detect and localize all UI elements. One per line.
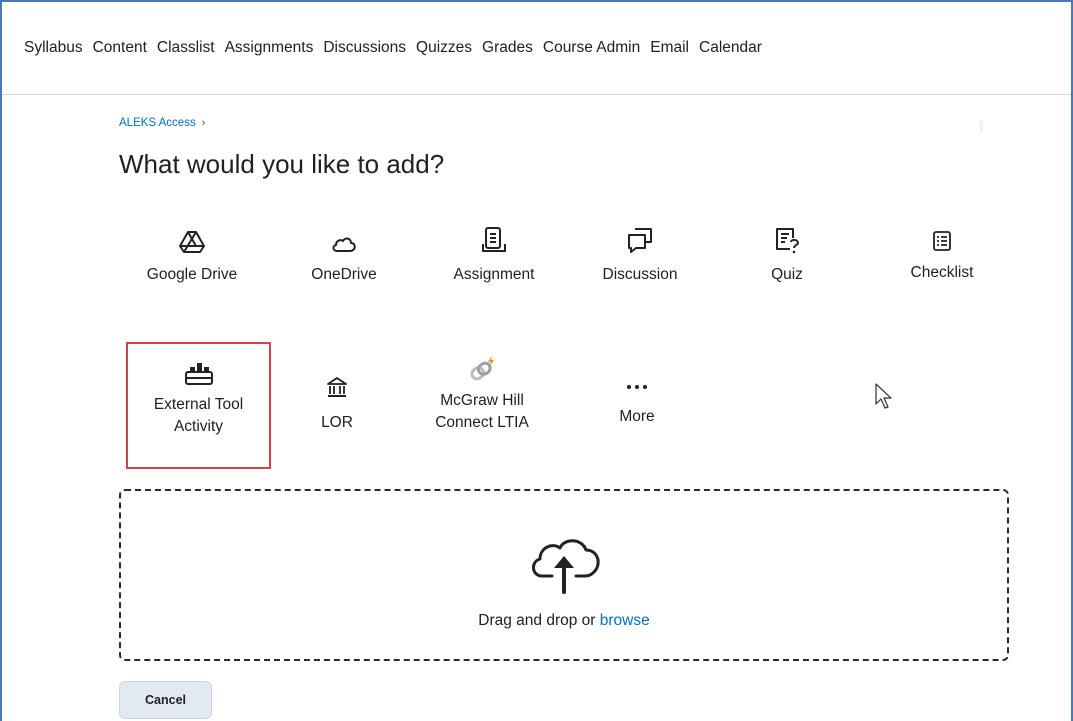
- mcgraw-hill-icon: [467, 356, 497, 384]
- nav-syllabus[interactable]: Syllabus: [24, 39, 83, 57]
- cancel-button[interactable]: Cancel: [119, 681, 212, 719]
- nav-content[interactable]: Content: [93, 39, 147, 57]
- tile-label: Checklist: [910, 264, 974, 281]
- tile-onedrive[interactable]: OneDrive: [284, 226, 404, 286]
- tile-label: More: [619, 408, 655, 425]
- nav-assignments[interactable]: Assignments: [225, 39, 314, 57]
- tile-label: Assignment: [453, 266, 535, 283]
- dropzone-text-block: Drag and drop or browse: [121, 612, 1007, 630]
- tile-label-line2: Connect LTIA: [435, 414, 529, 431]
- tile-google-drive[interactable]: Google Drive: [130, 226, 254, 286]
- dropzone-text: Drag and drop or: [478, 612, 596, 629]
- tile-external-tool-activity[interactable]: External Tool Activity: [126, 342, 271, 469]
- tile-label: Quiz: [771, 266, 803, 283]
- breadcrumb-separator: ›: [201, 117, 206, 129]
- mouse-cursor-icon: [875, 383, 893, 416]
- tile-more[interactable]: More: [592, 364, 682, 428]
- nav-classlist[interactable]: Classlist: [157, 39, 215, 57]
- file-dropzone[interactable]: Drag and drop or browse: [119, 489, 1009, 661]
- tile-mcgraw-hill-connect[interactable]: McGraw Hill Connect LTIA: [412, 356, 552, 434]
- checklist-icon: [932, 224, 952, 252]
- breadcrumb-link[interactable]: ALEKS Access: [119, 117, 196, 129]
- assignment-icon: [482, 226, 506, 254]
- tile-label-block: McGraw Hill Connect LTIA: [435, 390, 529, 434]
- tile-label-line1: McGraw Hill: [440, 392, 524, 409]
- tile-label-line1: External Tool: [153, 396, 244, 413]
- quiz-icon: [773, 226, 801, 254]
- tile-label-line2: Activity: [173, 418, 224, 435]
- tile-checklist[interactable]: Checklist: [887, 224, 997, 284]
- tile-label: OneDrive: [311, 266, 377, 283]
- tile-assignment[interactable]: Assignment: [434, 226, 554, 286]
- tile-lor[interactable]: LOR: [292, 370, 382, 434]
- nav-quizzes[interactable]: Quizzes: [416, 39, 472, 57]
- tile-label: Google Drive: [146, 266, 238, 283]
- nav-grades[interactable]: Grades: [482, 39, 533, 57]
- window-frame: Syllabus Content Classlist Assignments D…: [0, 0, 1073, 721]
- tile-discussion[interactable]: Discussion: [580, 226, 700, 286]
- onedrive-icon: [331, 226, 357, 254]
- tile-quiz[interactable]: Quiz: [742, 226, 832, 286]
- tile-label: Discussion: [602, 266, 678, 283]
- more-icon: [626, 364, 648, 392]
- tile-label: LOR: [321, 414, 353, 431]
- nav-calendar[interactable]: Calendar: [699, 39, 762, 57]
- discussion-icon: [626, 226, 654, 254]
- lor-icon: [326, 370, 348, 398]
- nav-course-admin[interactable]: Course Admin: [543, 39, 640, 57]
- upload-cloud-icon: [528, 534, 604, 599]
- external-tool-icon: [184, 358, 214, 386]
- tile-label-block: External Tool Activity: [154, 394, 243, 438]
- breadcrumb: ALEKS Access ›: [119, 117, 205, 129]
- divider: [980, 120, 983, 132]
- google-drive-icon: [179, 226, 205, 254]
- nav-email[interactable]: Email: [650, 39, 689, 57]
- browse-link[interactable]: browse: [600, 612, 650, 629]
- page-title: What would you like to add?: [119, 149, 445, 179]
- course-navbar: Syllabus Content Classlist Assignments D…: [2, 2, 1071, 95]
- nav-discussions[interactable]: Discussions: [323, 39, 406, 57]
